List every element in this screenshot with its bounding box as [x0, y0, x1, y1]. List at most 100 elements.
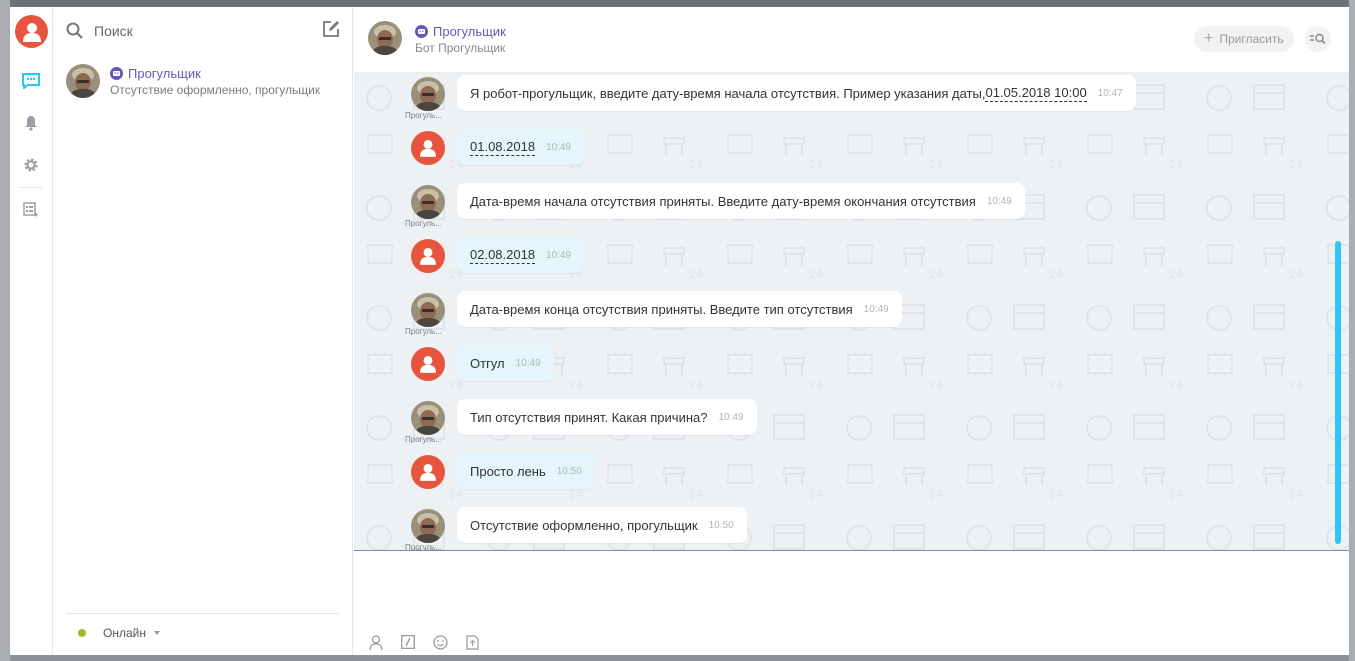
- message-author: Прогуль...: [405, 219, 442, 228]
- user-avatar-icon: [420, 356, 436, 373]
- search-messages-button[interactable]: [1305, 26, 1331, 52]
- message-time: 10:49: [718, 411, 744, 423]
- gear-icon: [24, 158, 38, 172]
- message-bubble: Я робот-прогульщик, введите дату-время н…: [457, 75, 1136, 111]
- message-time: 10:49: [546, 141, 572, 153]
- file-icon: [465, 634, 479, 650]
- message-bubble: 01.08.2018 10:49: [457, 129, 585, 165]
- message-bubble: Дата-время конца отсутствия приняты. Вве…: [457, 291, 902, 327]
- background-left-edge: [0, 0, 10, 661]
- settings-button[interactable]: [20, 154, 42, 176]
- user-avatar: [411, 131, 445, 165]
- status-divider: [66, 613, 339, 614]
- user-avatar-icon: [22, 22, 41, 42]
- open-lines-button[interactable]: [20, 199, 42, 221]
- message-text: Отгул: [470, 355, 505, 371]
- message-date-link[interactable]: 01.08.2018: [470, 139, 536, 156]
- bell-icon: [25, 116, 37, 131]
- recent-item-last-message: Отсутствие оформленно, прогульщик: [110, 83, 321, 97]
- user-avatar: [411, 347, 445, 381]
- user-avatar-icon: [420, 464, 436, 481]
- chevron-down-icon: [153, 631, 160, 635]
- recent-chats-panel: Прогульщик Отсутствие оформленно, прогул…: [54, 7, 353, 655]
- bot-photo-icon: [411, 77, 445, 111]
- message-text: Тип отсутствия принят. Какая причина?: [470, 409, 708, 425]
- bot-photo-icon: [411, 509, 445, 543]
- notifications-button[interactable]: [20, 112, 42, 134]
- message-time: 10:49: [863, 303, 889, 315]
- message-list[interactable]: 24 Прогуль... Я робот-прогульщик, введит…: [354, 73, 1349, 551]
- message-bubble: Отсутствие оформленно, прогульщик 10:50: [457, 507, 747, 543]
- bot-badge-icon: [415, 25, 428, 38]
- bot-avatar: [411, 401, 445, 435]
- message-text: Дата-время конца отсутствия приняты. Вве…: [470, 301, 853, 317]
- message-date-link[interactable]: 01.05.2018 10:00: [985, 85, 1087, 102]
- bot-photo-icon: [411, 401, 445, 435]
- chat-header: Прогульщик Бот Прогульщик + Пригласить: [354, 7, 1349, 73]
- bot-photo-icon: [411, 185, 445, 219]
- message-author: Прогуль...: [405, 435, 442, 444]
- online-status-dot: [78, 629, 86, 637]
- bot-avatar: [66, 64, 100, 98]
- message-bubble: Дата-время начала отсутствия приняты. Вв…: [457, 183, 1025, 219]
- search-input[interactable]: [94, 23, 254, 39]
- compose-button[interactable]: [322, 20, 342, 40]
- recent-item-name-text: Прогульщик: [128, 66, 201, 81]
- crm-icon: [23, 202, 38, 217]
- search-box: [66, 19, 266, 43]
- message-date-link[interactable]: 02.08.2018: [470, 247, 536, 264]
- nav-rail: [10, 7, 53, 655]
- message-text: Я робот-прогульщик, введите дату-время н…: [470, 85, 986, 101]
- command-button[interactable]: [400, 634, 416, 650]
- user-avatar-icon: [420, 140, 436, 157]
- message-time: 10:49: [515, 357, 541, 369]
- rail-divider: [20, 187, 42, 188]
- message-author: Прогуль...: [405, 543, 442, 551]
- smile-button[interactable]: [432, 634, 448, 650]
- message-author: Прогуль...: [405, 327, 442, 336]
- invite-button[interactable]: + Пригласить: [1194, 26, 1294, 52]
- message-bubble: Отгул 10:49: [457, 345, 554, 381]
- chat-title[interactable]: Прогульщик: [415, 24, 506, 39]
- chats-button[interactable]: [20, 70, 42, 92]
- message-bubble: 02.08.2018 10:49: [457, 237, 585, 273]
- chat-subtitle: Бот Прогульщик: [415, 41, 506, 55]
- file-button[interactable]: [464, 634, 480, 650]
- status-selector[interactable]: Онлайн: [78, 626, 160, 640]
- chat-panel: Прогульщик Бот Прогульщик + Пригласить П…: [354, 7, 1349, 655]
- search-icon: [66, 22, 83, 39]
- message-bubble: Тип отсутствия принят. Какая причина? 10…: [457, 399, 757, 435]
- bot-photo-icon: [368, 21, 402, 55]
- background-right-edge: [1349, 0, 1355, 661]
- message-input[interactable]: [366, 560, 1336, 620]
- message-time: 10:47: [1097, 87, 1123, 99]
- bot-avatar: [411, 293, 445, 327]
- user-avatar-icon: [420, 248, 436, 265]
- search-messages-icon: [1310, 33, 1326, 45]
- my-avatar[interactable]: [15, 15, 48, 48]
- bot-photo-icon: [66, 64, 100, 98]
- mention-icon: [369, 634, 383, 650]
- message-text: Просто лень: [470, 463, 546, 479]
- bot-avatar: [411, 185, 445, 219]
- compose-icon: [323, 21, 339, 37]
- message-time: 10:50: [556, 465, 582, 477]
- message-time: 10:50: [708, 519, 734, 531]
- message-input-area: [354, 552, 1349, 655]
- message-text: Дата-время начала отсутствия приняты. Вв…: [470, 193, 976, 209]
- smile-icon: [432, 634, 448, 650]
- user-avatar: [411, 455, 445, 489]
- bot-avatar: [411, 509, 445, 543]
- message-scrollbar[interactable]: [1335, 241, 1341, 544]
- recent-item[interactable]: Прогульщик Отсутствие оформленно, прогул…: [54, 59, 352, 107]
- message-author: Прогуль...: [405, 111, 442, 120]
- bot-badge-icon: [110, 67, 123, 80]
- mention-button[interactable]: [368, 634, 384, 650]
- invite-label: Пригласить: [1219, 32, 1284, 46]
- plus-icon: +: [1204, 30, 1214, 47]
- message-bubble: Просто лень 10:50: [457, 453, 595, 489]
- bot-photo-icon: [411, 293, 445, 327]
- recent-item-name: Прогульщик: [110, 66, 201, 81]
- chat-avatar[interactable]: [368, 21, 402, 55]
- command-icon: [401, 635, 415, 649]
